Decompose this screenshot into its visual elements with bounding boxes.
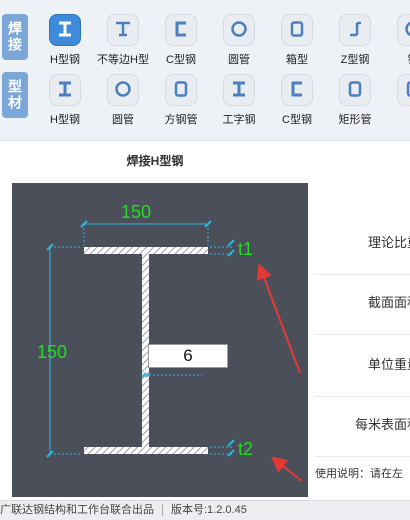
tool-label: H型钢: [36, 111, 94, 127]
tool-label: Z型钢: [326, 51, 384, 67]
tool-profile-4[interactable]: C型钢: [268, 74, 326, 127]
credit-text: 广联达钢结构和工作台联合出品: [0, 504, 154, 516]
c-channel-icon: [287, 79, 307, 102]
tool-button[interactable]: [107, 74, 139, 106]
tool-profile-1[interactable]: 圆管: [94, 74, 152, 127]
h-beam-drawing: 150 150 t1 t2: [12, 183, 308, 497]
tool-profile-5[interactable]: 矩形管: [326, 74, 384, 127]
t2-label: t2: [238, 439, 253, 459]
web-thickness-input[interactable]: 6: [148, 344, 228, 368]
top-flange: [84, 247, 208, 254]
h-beam-icon: [55, 19, 75, 42]
tool-button[interactable]: [165, 14, 197, 46]
rect-tube-icon: [345, 79, 365, 102]
prop-theoretical-density: 理论比重: [315, 208, 410, 275]
tool-button[interactable]: [281, 74, 313, 106]
tool-label: C型钢: [152, 51, 210, 67]
h-beam-icon: [55, 79, 75, 102]
tool-button[interactable]: [397, 14, 410, 46]
arrow-t1: [260, 267, 300, 373]
c-channel-icon: [171, 19, 191, 42]
tool-label: 方钢管: [152, 111, 210, 127]
prop-label: 截面面积: [368, 292, 410, 311]
tool-button[interactable]: [49, 14, 81, 46]
unequal-h-icon: [113, 19, 133, 42]
tool-button[interactable]: [339, 14, 371, 46]
round-tube-icon: [113, 79, 133, 102]
bottom-flange: [84, 447, 208, 454]
tool-welded-4[interactable]: 箱型: [268, 14, 326, 67]
tool-welded-3[interactable]: 圆管: [210, 14, 268, 67]
status-bar: 广联达钢结构和工作台联合出品 版本号:1.2.0.45: [0, 500, 410, 520]
prop-label: 理论比重: [368, 232, 410, 251]
tool-label: 圆管: [94, 111, 152, 127]
version-text: 版本号:1.2.0.45: [171, 504, 247, 516]
diagram-title: 焊接H型钢: [0, 152, 310, 169]
usage-instructions: 使用说明：请在左: [315, 465, 403, 481]
tool-welded-6[interactable]: 钢: [384, 14, 410, 67]
tool-profile-6[interactable]: [384, 74, 410, 111]
tool-welded-0[interactable]: H型钢: [36, 14, 94, 67]
t1-label: t1: [238, 239, 253, 259]
i-beam-icon: [229, 79, 249, 102]
prop-unit-weight: 单位重量: [315, 330, 410, 397]
tool-welded-2[interactable]: C型钢: [152, 14, 210, 67]
tool-label: 工字钢: [210, 111, 268, 127]
prop-surface-area: 每米表面积: [315, 390, 410, 457]
tool-welded-5[interactable]: Z型钢: [326, 14, 384, 67]
tool-label: H型钢: [36, 51, 94, 67]
tool-button[interactable]: [223, 14, 255, 46]
tool-label: 圆管: [210, 51, 268, 67]
tool-label: 钢: [384, 51, 410, 67]
width-dimension-label: 150: [121, 202, 151, 222]
tool-welded-1[interactable]: 不等边H型: [94, 14, 152, 67]
arrow-t2: [274, 459, 302, 481]
section-toolbar: 焊接 型材 H型钢不等边H型C型钢圆管箱型Z型钢钢 H型钢圆管方钢管工字钢C型钢…: [0, 0, 410, 140]
group-tab-profile[interactable]: 型材: [2, 72, 28, 118]
group-tab-welded[interactable]: 焊接: [2, 14, 28, 60]
section-diagram: 150 150 t1 t2 6: [12, 183, 308, 497]
tool-button[interactable]: [339, 74, 371, 106]
round-tube-icon: [229, 19, 249, 42]
box-section-icon: [287, 19, 307, 42]
partial-icon: [403, 79, 410, 102]
tool-button[interactable]: [281, 14, 313, 46]
tool-button[interactable]: [165, 74, 197, 106]
steel-icon: [403, 19, 410, 42]
tool-label: 箱型: [268, 51, 326, 67]
tool-label: C型钢: [268, 111, 326, 127]
prop-section-area: 截面面积: [315, 268, 410, 335]
tool-profile-2[interactable]: 方钢管: [152, 74, 210, 127]
tool-button[interactable]: [223, 74, 255, 106]
tool-button[interactable]: [49, 74, 81, 106]
prop-label: 每米表面积: [355, 414, 410, 433]
divider: [162, 504, 163, 516]
tool-label: 矩形管: [326, 111, 384, 127]
tool-profile-3[interactable]: 工字钢: [210, 74, 268, 127]
square-tube-icon: [171, 79, 191, 102]
tool-label: 不等边H型: [94, 51, 152, 67]
tool-button[interactable]: [397, 74, 410, 106]
prop-label: 单位重量: [368, 354, 410, 373]
height-dimension-label: 150: [37, 342, 67, 362]
tool-profile-0[interactable]: H型钢: [36, 74, 94, 127]
z-section-icon: [345, 19, 365, 42]
tool-button[interactable]: [107, 14, 139, 46]
